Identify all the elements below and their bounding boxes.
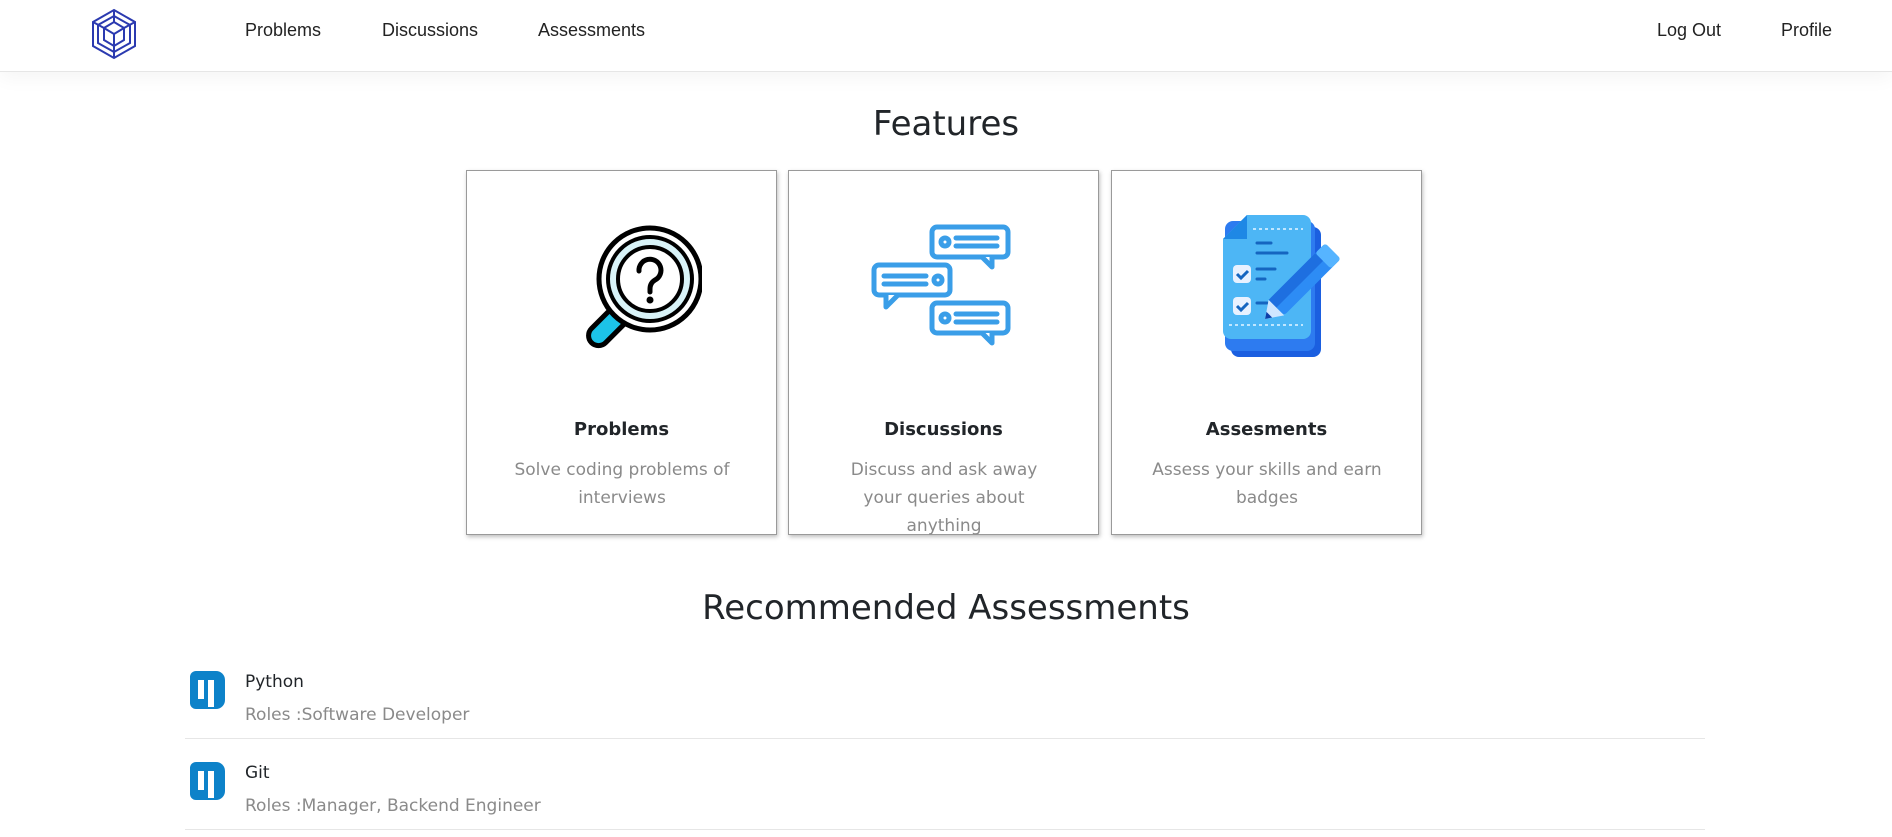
list-item[interactable]: Git Roles :Manager, Backend Engineer (185, 739, 1705, 830)
recommended-list: Python Roles :Software Developer Git Rol… (185, 648, 1705, 830)
feature-card-title: Assesments (1205, 419, 1328, 440)
chat-bubbles-icon (864, 207, 1024, 367)
feature-card-problems[interactable]: Problems Solve coding problems of interv… (466, 170, 777, 535)
nav-problems-link[interactable]: Problems (245, 20, 321, 41)
checklist-pencil-icon (1187, 207, 1347, 367)
nav-profile-link[interactable]: Profile (1781, 20, 1832, 41)
feature-card-title: Problems (573, 419, 670, 440)
feature-card-title: Discussions (884, 419, 1003, 440)
list-item[interactable]: Python Roles :Software Developer (185, 648, 1705, 739)
assessment-roles: Roles :Manager, Backend Engineer (245, 796, 541, 816)
brand-logo-icon[interactable] (90, 8, 138, 60)
assessment-name: Python (245, 672, 304, 692)
features-heading: Features (872, 104, 1020, 144)
feature-card-description: Discuss and ask away your queries about … (850, 460, 1038, 536)
nav-assessments-link[interactable]: Assessments (538, 20, 645, 41)
magnifier-question-icon (542, 207, 703, 367)
assessment-roles: Roles :Software Developer (245, 705, 470, 725)
feature-card-description: Solve coding problems of interviews (514, 460, 730, 508)
feature-card-assessments[interactable]: Assesments Assess your skills and earn b… (1111, 170, 1422, 535)
assessment-logo-icon (187, 671, 225, 709)
nav-discussions-link[interactable]: Discussions (382, 20, 478, 41)
navbar: Problems Discussions Assessments Log Out… (0, 0, 1892, 72)
feature-card-description: Assess your skills and earn badges (1152, 460, 1382, 508)
assessment-name: Git (245, 763, 270, 783)
assessment-logo-icon (187, 762, 225, 800)
nav-logout-link[interactable]: Log Out (1657, 20, 1721, 41)
recommended-heading: Recommended Assessments (702, 588, 1190, 628)
feature-card-discussions[interactable]: Discussions Discuss and ask away your qu… (788, 170, 1099, 536)
